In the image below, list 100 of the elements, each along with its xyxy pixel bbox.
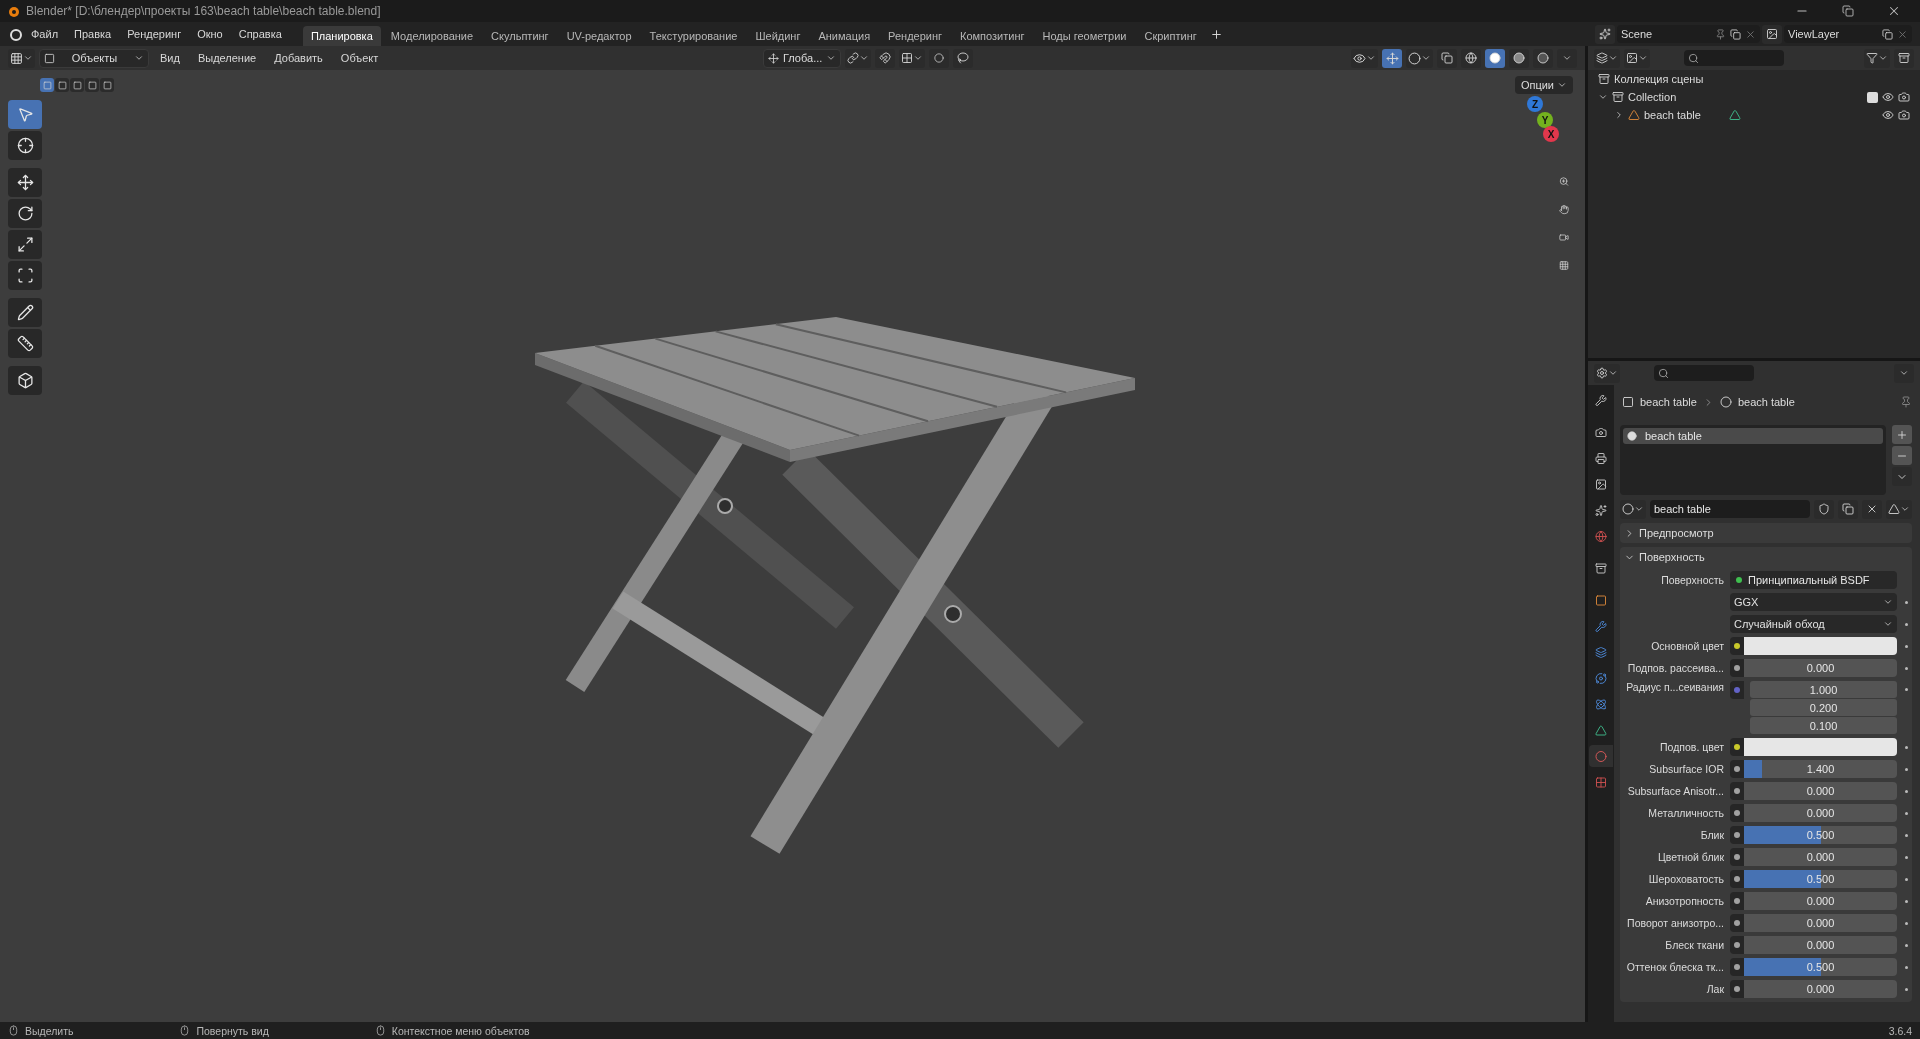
socket-button[interactable] xyxy=(1730,980,1744,998)
workspace-tab[interactable]: Планировка xyxy=(302,26,381,46)
workspace-tab[interactable]: Моделирование xyxy=(382,26,482,46)
menu-item[interactable]: Окно xyxy=(190,25,230,43)
socket-button[interactable] xyxy=(1730,760,1744,778)
dropdown[interactable]: Случайный обход xyxy=(1730,615,1897,633)
overlays-button[interactable] xyxy=(1406,48,1433,68)
panel-header[interactable]: Поверхность xyxy=(1620,547,1912,567)
keyframe-dot[interactable] xyxy=(1905,666,1908,670)
selection-mode-button[interactable] xyxy=(40,78,54,92)
keyframe-dot[interactable] xyxy=(1905,644,1908,648)
search-field[interactable] xyxy=(1684,50,1784,66)
selection-mode-button[interactable] xyxy=(85,78,99,92)
menu-item[interactable]: Выделение xyxy=(190,49,264,67)
scene-selector-button[interactable] xyxy=(1595,24,1615,44)
pivot-button[interactable] xyxy=(845,48,872,68)
keyframe-dot[interactable] xyxy=(1905,833,1908,837)
value-slider[interactable]: 0.000 xyxy=(1744,782,1897,800)
editor-type-button[interactable] xyxy=(8,48,35,68)
app-logo-icon[interactable] xyxy=(8,27,22,41)
keyframe-dot[interactable] xyxy=(1905,921,1908,925)
menu-item[interactable]: Вид xyxy=(153,49,187,67)
keyframe-dot[interactable] xyxy=(1905,622,1908,626)
axis-label[interactable]: Y xyxy=(1537,112,1553,128)
value-slider[interactable]: 0.000 xyxy=(1744,980,1897,998)
keyframe-dot[interactable] xyxy=(1905,767,1908,771)
number-field[interactable]: 0.100 xyxy=(1750,717,1897,734)
socket-button[interactable] xyxy=(1730,826,1744,844)
tool-button[interactable] xyxy=(8,329,42,358)
panel-header[interactable]: Предпросмотр xyxy=(1620,523,1912,543)
color-swatch[interactable] xyxy=(1744,738,1897,756)
search-field[interactable] xyxy=(1654,365,1754,381)
socket-button[interactable] xyxy=(1730,848,1744,866)
shading-mode-button[interactable] xyxy=(1485,48,1505,68)
workspace-tab[interactable]: UV-редактор xyxy=(558,26,640,46)
value-slider[interactable]: 0.000 xyxy=(1744,659,1897,677)
socket-button[interactable] xyxy=(1730,870,1744,888)
proportional-edit-button[interactable] xyxy=(929,48,950,68)
add-slot-button[interactable] xyxy=(1892,425,1912,444)
socket-button[interactable] xyxy=(1730,936,1744,954)
tree-item-label[interactable]: Collection xyxy=(1628,91,1677,103)
scene-field[interactable]: Scene xyxy=(1617,25,1760,43)
tool-button[interactable] xyxy=(8,261,42,290)
keyframe-dot[interactable] xyxy=(1905,877,1908,881)
keyframe-dot[interactable] xyxy=(1905,987,1908,991)
socket-button[interactable] xyxy=(1730,738,1744,756)
socket-button[interactable] xyxy=(1730,914,1744,932)
keyframe-dot[interactable] xyxy=(1905,811,1908,815)
checkbox[interactable] xyxy=(1867,91,1878,103)
browse-material-button[interactable] xyxy=(1620,499,1646,519)
value-slider[interactable]: 0.000 xyxy=(1744,914,1897,932)
socket-button[interactable] xyxy=(1730,637,1744,655)
shading-mode-button[interactable] xyxy=(1509,48,1529,68)
number-field[interactable]: 1.000 xyxy=(1750,681,1897,698)
snap-button[interactable] xyxy=(875,48,896,68)
keyframe-dot[interactable] xyxy=(1905,745,1908,749)
number-field[interactable]: 0.200 xyxy=(1750,699,1897,716)
menu-item[interactable]: Рендеринг xyxy=(120,25,189,43)
material-slot[interactable]: beach table xyxy=(1623,428,1883,444)
workspace-tab[interactable]: Рендеринг xyxy=(880,26,951,46)
shader-selector[interactable]: Принципиальный BSDF xyxy=(1730,571,1897,589)
mode-dropdown[interactable]: Объекты xyxy=(39,48,149,68)
menu-item[interactable]: Файл xyxy=(24,25,66,43)
axis-label[interactable]: Z xyxy=(1527,96,1543,112)
color-swatch[interactable] xyxy=(1744,637,1897,655)
falloff-button[interactable] xyxy=(953,48,974,68)
selection-mode-button[interactable] xyxy=(70,78,84,92)
shading-mode-button[interactable] xyxy=(1461,48,1481,68)
options-button[interactable]: Опции xyxy=(1514,76,1573,94)
remove-slot-button[interactable] xyxy=(1892,446,1912,465)
view-layer-selector-button[interactable] xyxy=(1762,24,1782,44)
dropdown[interactable]: GGX xyxy=(1730,593,1897,611)
shading-mode-button[interactable] xyxy=(1533,48,1553,68)
tool-button[interactable] xyxy=(8,230,42,259)
value-slider[interactable]: 0.000 xyxy=(1744,892,1897,910)
workspace-tab[interactable]: Скриптинг xyxy=(1136,26,1205,46)
tool-button[interactable] xyxy=(8,298,42,327)
workspace-tab[interactable]: Композитинг xyxy=(952,26,1033,46)
workspace-tab[interactable]: Скульптинг xyxy=(483,26,557,46)
view-layer-field[interactable]: ViewLayer xyxy=(1784,25,1912,43)
filter-button[interactable] xyxy=(1864,48,1890,68)
value-slider[interactable]: 0.000 xyxy=(1744,848,1897,866)
keyframe-dot[interactable] xyxy=(1905,688,1908,691)
axis-label[interactable]: X xyxy=(1543,126,1559,142)
socket-button[interactable] xyxy=(1730,659,1744,677)
tree-item-label[interactable]: beach table xyxy=(1644,109,1701,121)
keyframe-dot[interactable] xyxy=(1905,965,1908,969)
socket-button[interactable] xyxy=(1730,892,1744,910)
keyframe-dot[interactable] xyxy=(1905,600,1908,604)
tool-button[interactable] xyxy=(8,131,42,160)
tool-button[interactable] xyxy=(8,199,42,228)
socket-button[interactable] xyxy=(1730,804,1744,822)
menu-item[interactable]: Правка xyxy=(67,25,119,43)
selection-mode-button[interactable] xyxy=(55,78,69,92)
gizmo-toggle-button[interactable] xyxy=(1382,48,1402,68)
keyframe-dot[interactable] xyxy=(1905,899,1908,903)
value-slider[interactable]: 0.000 xyxy=(1744,804,1897,822)
duplicate-button[interactable] xyxy=(1838,499,1858,519)
keyframe-dot[interactable] xyxy=(1905,789,1908,793)
expand-toggle[interactable] xyxy=(1598,92,1608,102)
